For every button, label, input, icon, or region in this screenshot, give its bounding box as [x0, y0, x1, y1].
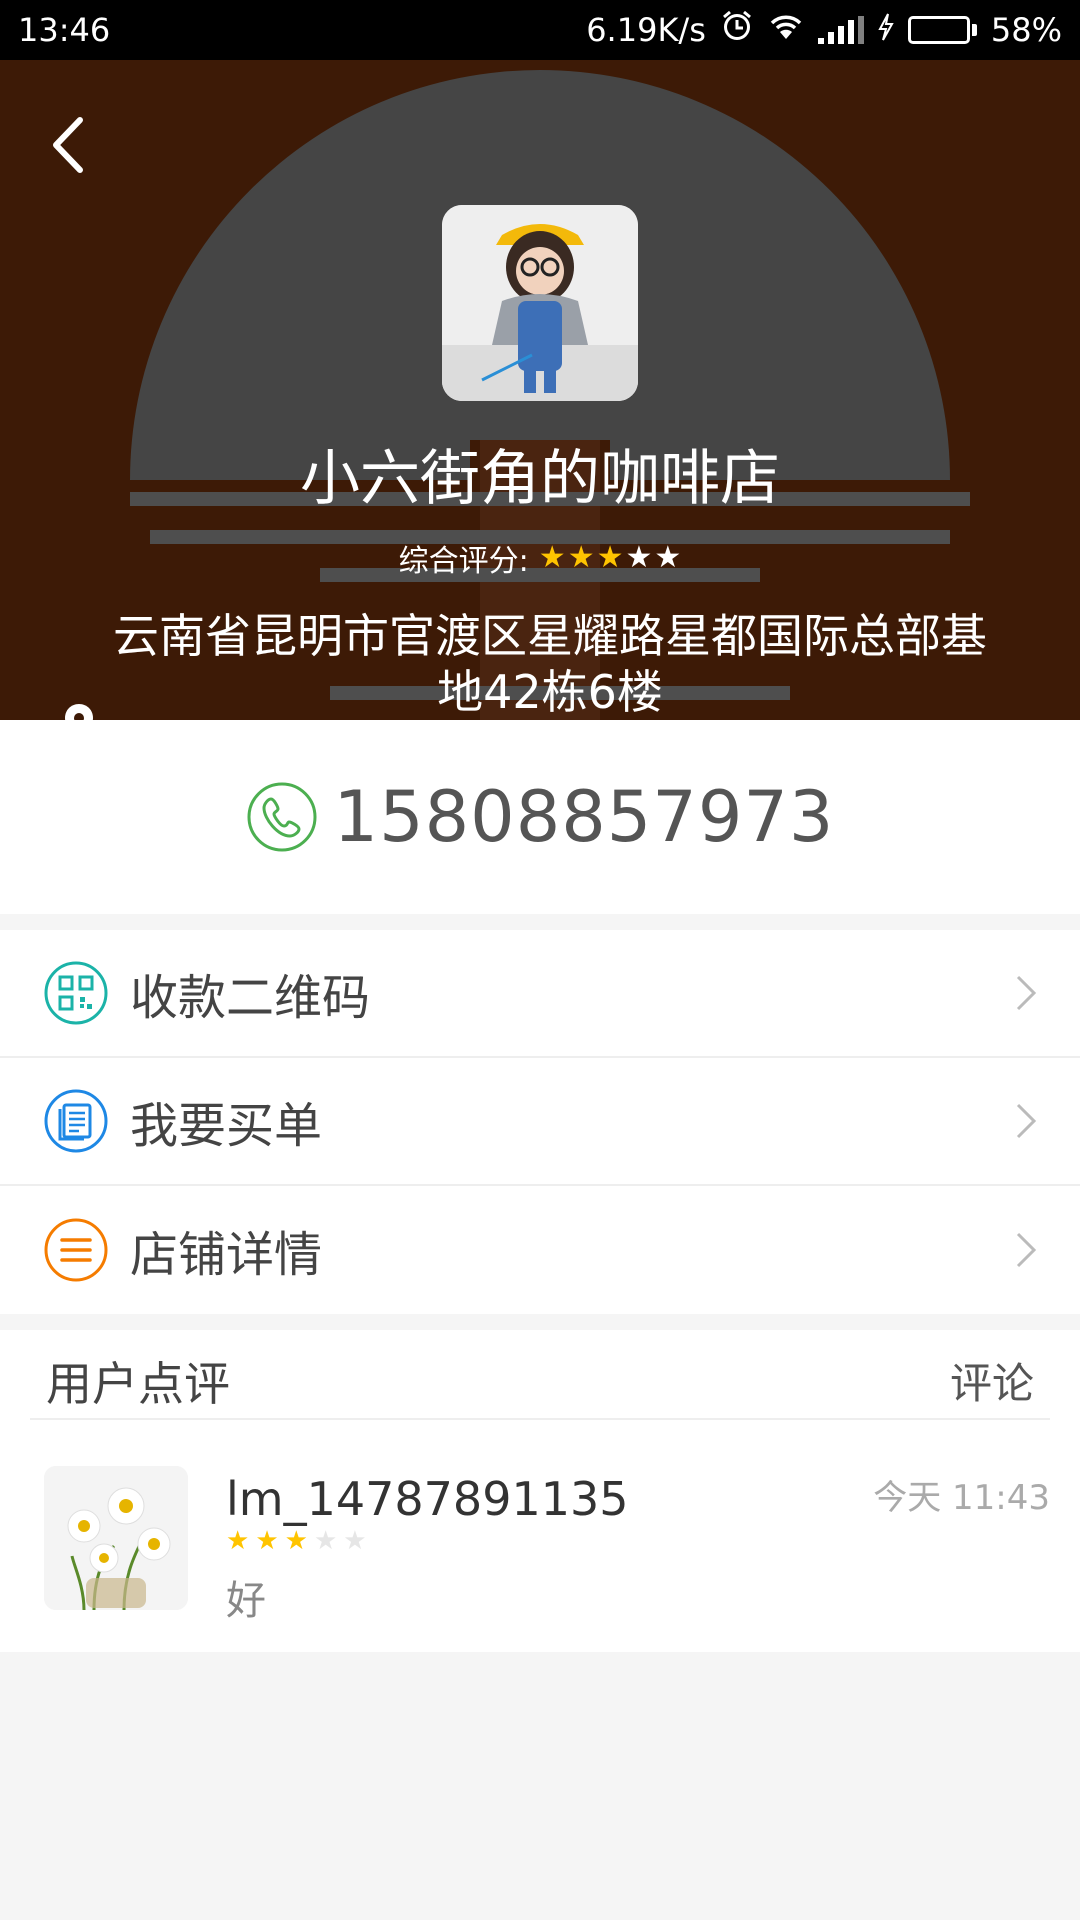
star-filled-icon: ★ [538, 540, 566, 575]
signal-icon [817, 16, 864, 44]
reviews-header: 用户点评 评论 [30, 1330, 1050, 1420]
alarm-icon [720, 9, 754, 51]
menu-item-pay-bill[interactable]: 我要买单 [0, 1058, 1080, 1186]
bill-icon [44, 1089, 108, 1153]
phone-section[interactable]: 15808857973 [0, 720, 1080, 914]
phone-number[interactable]: 15808857973 [334, 776, 835, 858]
shop-header: 小六街角的咖啡店 综合评分: ★ ★ ★ ★ ★ 云南省昆明市官渡区星耀路星都国际总部基… [0, 60, 1080, 720]
star-filled-icon: ★ [255, 1526, 279, 1556]
battery-percent: 58% [990, 11, 1062, 49]
star-filled-icon: ★ [567, 540, 595, 575]
network-speed: 6.19K/s [586, 11, 706, 49]
status-icons: 6.19K/s 58% [586, 9, 1062, 51]
review-text: 好 [226, 1578, 266, 1624]
rating-label: 综合评分: [398, 544, 529, 579]
overall-rating: 综合评分: ★ ★ ★ ★ ★ [0, 536, 1080, 580]
battery-icon [907, 16, 977, 44]
menu-item-shop-details[interactable]: 店铺详情 [0, 1186, 1080, 1314]
menu-item-payment-qr[interactable]: 收款二维码 [0, 930, 1080, 1058]
star-empty-icon: ★ [313, 1526, 338, 1556]
details-icon [44, 1218, 108, 1282]
star-empty-icon: ★ [625, 540, 653, 575]
chevron-right-icon [1016, 1232, 1037, 1268]
comment-button[interactable]: 评论 [950, 1350, 1034, 1411]
star-empty-icon: ★ [654, 540, 682, 575]
status-bar: 13:46 6.19K/s 58% [0, 0, 1080, 60]
review-time: 今天 11:43 [873, 1478, 1050, 1518]
phone-icon [247, 782, 317, 852]
shop-menu: 收款二维码 我要买单 店铺详情 [0, 930, 1080, 1314]
back-button[interactable] [40, 100, 100, 180]
chevron-left-icon [53, 117, 83, 173]
star-empty-icon: ★ [343, 1526, 367, 1556]
shop-address: 云南省昆明市官渡区星耀路星都国际总部基地42栋6楼 [113, 609, 987, 719]
chevron-right-icon [1016, 975, 1037, 1011]
wifi-icon [768, 11, 804, 49]
location-pin-icon [65, 704, 93, 720]
reviewer-name: lm_14787891135 [226, 1472, 629, 1526]
reviewer-avatar [44, 1466, 188, 1610]
review-stars: ★ ★ ★ ★ ★ [226, 1526, 367, 1556]
qr-code-icon [44, 961, 108, 1025]
menu-label: 收款二维码 [130, 970, 371, 1026]
chevron-right-icon [1016, 1103, 1037, 1139]
charging-icon [878, 11, 894, 49]
rating-stars: ★ ★ ★ ★ ★ [539, 543, 682, 573]
shop-name: 小六街角的咖啡店 [300, 444, 780, 514]
shop-avatar [442, 205, 638, 401]
reviews-title: 用户点评 [46, 1357, 230, 1411]
menu-label: 店铺详情 [130, 1227, 323, 1283]
star-filled-icon: ★ [596, 540, 624, 575]
star-filled-icon: ★ [284, 1526, 308, 1556]
star-filled-icon: ★ [226, 1526, 250, 1556]
status-time: 13:46 [18, 11, 111, 49]
menu-label: 我要买单 [130, 1098, 323, 1154]
user-reviews: 用户点评 评论 lm_14787891135 今天 11:43 ★ ★ ★ ★ ★ 好 [0, 1330, 1080, 1652]
